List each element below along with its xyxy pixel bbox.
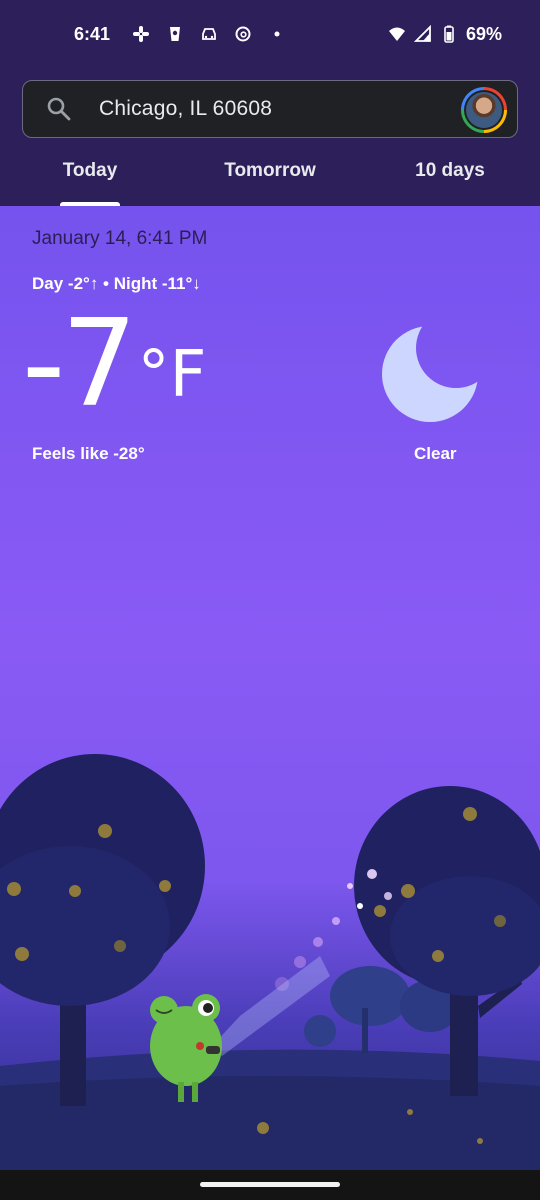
status-bar: 6:41 69% <box>0 0 540 68</box>
slack-icon <box>133 26 150 42</box>
temperature-unit: °F <box>137 338 207 412</box>
status-time: 6:41 <box>74 23 111 44</box>
battery-percent: 69% <box>465 23 502 44</box>
tab-10-days[interactable]: 10 days <box>360 150 540 206</box>
gesture-nav-bar <box>0 1170 540 1200</box>
cup-icon <box>170 27 181 41</box>
tab-today-label: Today <box>62 160 118 181</box>
search-icon[interactable] <box>45 95 73 123</box>
system-status: 69% <box>388 24 502 45</box>
avatar[interactable] <box>461 87 507 133</box>
battery-icon <box>444 25 454 43</box>
feels-like: Feels like -28° <box>32 444 145 463</box>
location-text[interactable]: Chicago, IL 60608 <box>99 97 272 121</box>
tab-tomorrow[interactable]: Tomorrow <box>180 150 360 206</box>
notification-icons <box>132 25 286 43</box>
app-header: Chicago, IL 60608 Today Tomorrow 10 days <box>0 68 540 206</box>
tab-tomorrow-label: Tomorrow <box>224 160 316 181</box>
day-tabs: Today Tomorrow 10 days <box>0 150 540 206</box>
dot-icon <box>274 31 280 37</box>
weather-panel: January 14, 6:41 PM Day -2°↑ • Night -11… <box>0 206 540 1170</box>
night-scene-illustration <box>0 754 540 1170</box>
car-icon <box>202 28 216 40</box>
date-time: January 14, 6:41 PM <box>32 228 208 249</box>
temperature-value: -7 <box>22 295 138 434</box>
tab-10-days-label: 10 days <box>415 160 485 181</box>
threads-icon <box>235 26 251 42</box>
moon-icon <box>382 326 478 422</box>
current-temperature: -7°F <box>22 300 206 430</box>
day-night-range: Day -2°↑ • Night -11°↓ <box>32 274 201 293</box>
home-handle[interactable] <box>200 1182 340 1187</box>
location-search-bar[interactable]: Chicago, IL 60608 <box>22 80 518 138</box>
wifi-icon <box>388 27 405 41</box>
condition-label: Clear <box>414 444 457 463</box>
signal-icon <box>413 25 431 42</box>
tab-today[interactable]: Today <box>0 150 180 206</box>
avatar-image <box>466 92 502 128</box>
